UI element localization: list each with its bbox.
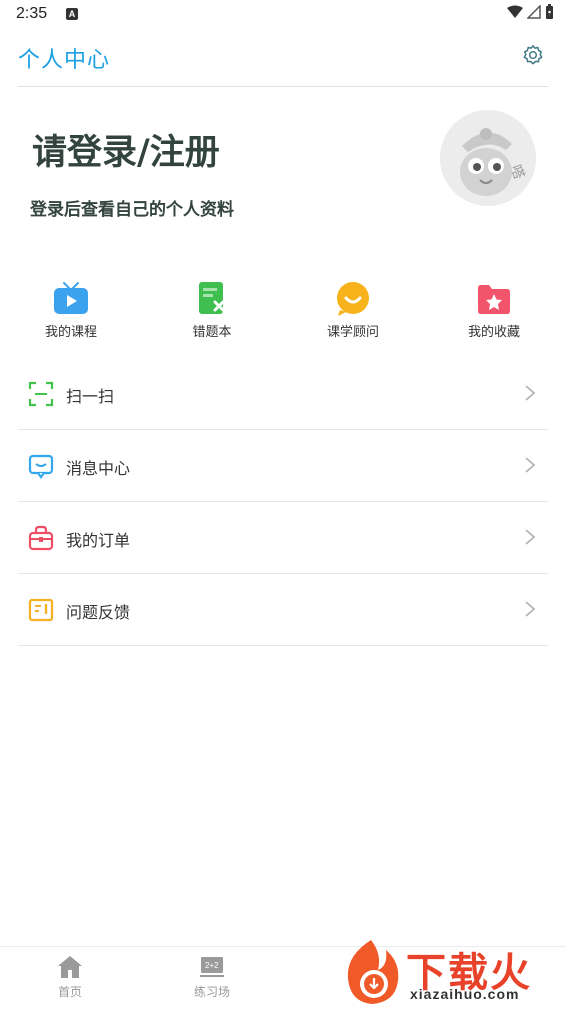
quick-item-label: 我的收藏 bbox=[467, 325, 520, 340]
quick-actions: 我的课程 错题本 课学顾问 我的收藏 bbox=[0, 280, 566, 350]
menu-item-scan[interactable]: 扫一扫 bbox=[18, 358, 548, 430]
feedback-icon bbox=[28, 598, 54, 622]
quick-item-favorites[interactable]: 我的收藏 bbox=[444, 280, 544, 340]
signal-icon bbox=[527, 5, 541, 19]
quick-item-label: 我的课程 bbox=[44, 325, 97, 340]
chevron-right-icon bbox=[525, 385, 536, 401]
mascot-avatar-icon: 嗒 bbox=[440, 110, 536, 206]
home-icon bbox=[58, 956, 82, 978]
order-bag-icon bbox=[28, 525, 54, 551]
wifi-icon bbox=[507, 5, 523, 18]
status-time: 2:35 bbox=[16, 5, 48, 22]
practice-board-icon: 2+2 bbox=[200, 957, 224, 977]
menu-item-label: 扫一扫 bbox=[66, 387, 115, 406]
menu-item-label: 问题反馈 bbox=[66, 603, 131, 622]
star-folder-icon bbox=[478, 285, 510, 314]
tv-play-icon bbox=[54, 282, 88, 314]
tab-label: 练习场 bbox=[193, 985, 230, 999]
flame-logo-icon bbox=[347, 940, 399, 1004]
menu-item-feedback[interactable]: 问题反馈 bbox=[18, 574, 548, 646]
tab-label: 首页 bbox=[57, 985, 82, 999]
menu-list: 扫一扫 消息中心 我的订单 问题反馈 bbox=[18, 358, 548, 646]
smile-chat-icon bbox=[337, 282, 369, 316]
login-register-link[interactable]: 请登录/注册 bbox=[32, 124, 220, 175]
gear-icon[interactable] bbox=[522, 44, 544, 66]
avatar[interactable]: 嗒 bbox=[440, 110, 536, 206]
quick-item-label: 课学顾问 bbox=[326, 325, 379, 340]
status-icons bbox=[507, 4, 554, 20]
chevron-right-icon bbox=[525, 601, 536, 617]
tab-practice[interactable]: 2+2 练习场 bbox=[172, 955, 252, 1000]
menu-item-label: 消息中心 bbox=[66, 459, 131, 478]
quick-item-wrong-book[interactable]: 错题本 bbox=[162, 280, 262, 340]
menu-item-label: 我的订单 bbox=[66, 531, 131, 550]
wrong-book-icon bbox=[199, 282, 225, 314]
chevron-right-icon bbox=[525, 529, 536, 545]
page-title: 个人中心 bbox=[18, 48, 111, 73]
tab-home[interactable]: 首页 bbox=[30, 955, 110, 1000]
quick-item-my-courses[interactable]: 我的课程 bbox=[21, 280, 121, 340]
watermark: 下载火 xiazaihuo.com bbox=[336, 936, 566, 1008]
battery-icon bbox=[546, 4, 553, 19]
chevron-right-icon bbox=[525, 457, 536, 473]
notification-icon: A bbox=[66, 8, 78, 20]
svg-text:2+2: 2+2 bbox=[205, 961, 219, 970]
quick-item-label: 错题本 bbox=[192, 325, 232, 340]
menu-item-orders[interactable]: 我的订单 bbox=[18, 502, 548, 574]
quick-item-advisor[interactable]: 课学顾问 bbox=[303, 280, 403, 340]
status-bar: 2:35 A bbox=[0, 0, 566, 30]
scan-icon bbox=[28, 381, 54, 407]
login-subtitle: 登录后查看自己的个人资料 bbox=[30, 200, 234, 220]
page-header: 个人中心 bbox=[18, 40, 548, 87]
menu-item-messages[interactable]: 消息中心 bbox=[18, 430, 548, 502]
watermark-url: xiazaihuo.com bbox=[410, 986, 520, 1002]
message-icon bbox=[28, 454, 54, 479]
